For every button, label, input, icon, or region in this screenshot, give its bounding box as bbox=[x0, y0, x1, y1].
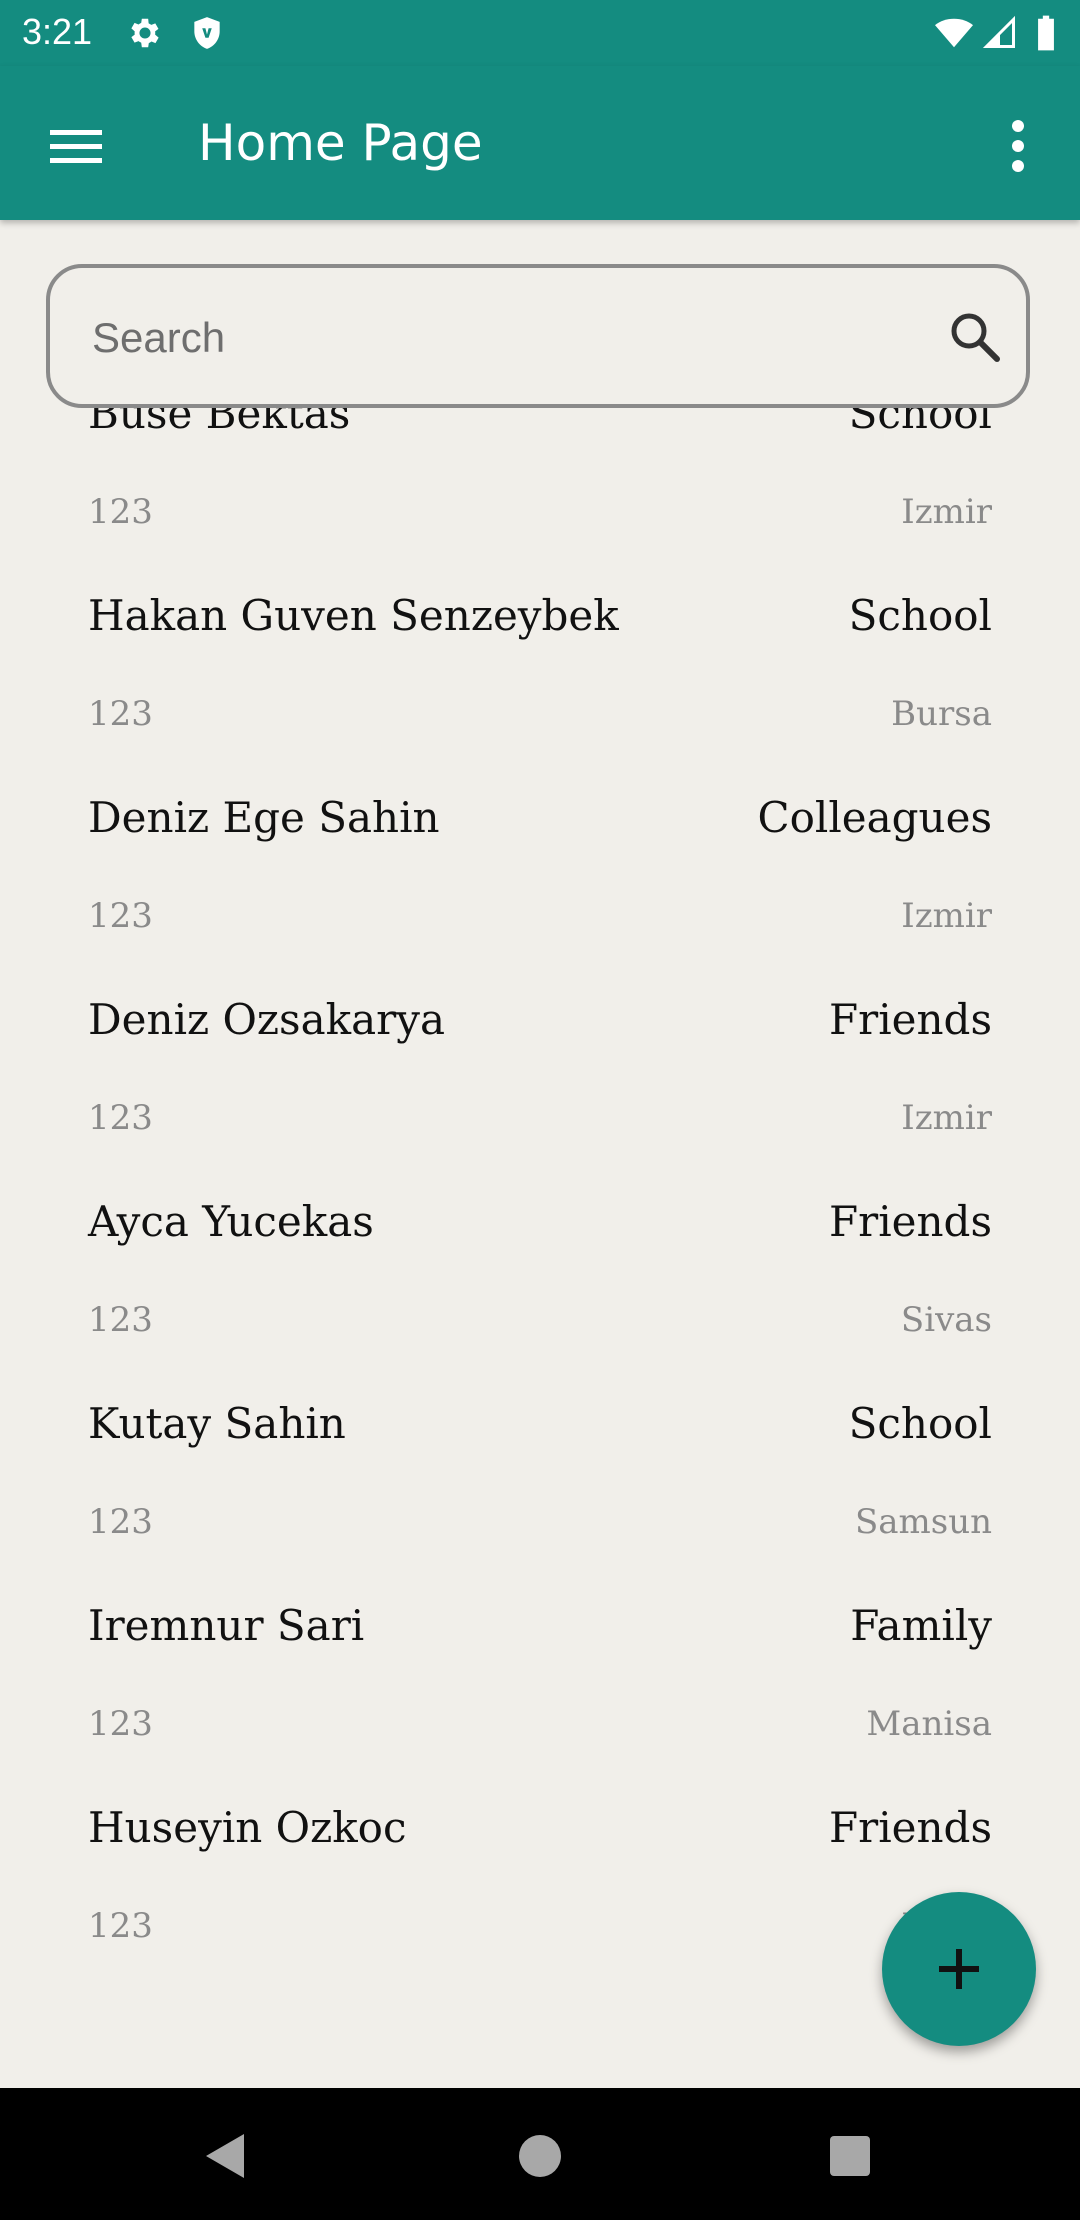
plus-icon bbox=[939, 1949, 979, 1989]
contact-name: Iremnur Sari bbox=[88, 1601, 365, 1650]
hamburger-menu-icon bbox=[50, 130, 102, 163]
contact-group: School bbox=[848, 591, 992, 640]
search-box[interactable] bbox=[46, 264, 1030, 408]
list-item[interactable]: Deniz Ozsakarya Friends 123 Izmir bbox=[0, 992, 1080, 1194]
list-item[interactable]: Ayca Yucekas Friends 123 Sivas bbox=[0, 1194, 1080, 1396]
contact-group: Friends bbox=[829, 1803, 992, 1852]
page-title: Home Page bbox=[198, 114, 483, 172]
contact-name: Hakan Guven Senzeybek bbox=[88, 591, 619, 640]
list-item[interactable]: Hakan Guven Senzeybek School 123 Bursa bbox=[0, 588, 1080, 790]
add-contact-button[interactable] bbox=[882, 1892, 1036, 2046]
contact-city: Sivas bbox=[900, 1300, 992, 1340]
contact-group: School bbox=[848, 1399, 992, 1448]
contact-phone: 123 bbox=[88, 1704, 153, 1744]
recents-icon bbox=[830, 2136, 870, 2176]
contact-phone: 123 bbox=[88, 1098, 153, 1138]
contact-list[interactable]: Buse Bektas School 123 Izmir Hakan Guven Sen… bbox=[0, 220, 1080, 2088]
system-nav-bar bbox=[0, 2088, 1080, 2220]
more-vertical-icon bbox=[1012, 120, 1024, 172]
menu-button[interactable] bbox=[40, 110, 112, 182]
contact-city: Samsun bbox=[854, 1502, 992, 1542]
contact-name: Deniz Ozsakarya bbox=[88, 995, 445, 1044]
battery-icon bbox=[1038, 15, 1054, 51]
contact-city: Izmir bbox=[901, 896, 992, 936]
back-icon bbox=[206, 2134, 244, 2178]
contact-name: Kutay Sahin bbox=[88, 1399, 346, 1448]
status-time: 3:21 bbox=[22, 11, 93, 52]
status-bar: 3:21 bbox=[0, 0, 1080, 66]
contact-city: Bursa bbox=[891, 694, 992, 734]
list-item[interactable]: Kutay Sahin School 123 Samsun bbox=[0, 1396, 1080, 1598]
wifi-icon bbox=[935, 18, 973, 48]
list-item[interactable]: Iremnur Sari Family 123 Manisa bbox=[0, 1598, 1080, 1800]
home-icon bbox=[519, 2135, 561, 2177]
contact-city: Izmir bbox=[901, 1098, 992, 1138]
contact-list-items: Buse Bektas School 123 Izmir Hakan Guven Sen… bbox=[0, 386, 1080, 2002]
contact-phone: 123 bbox=[88, 1906, 153, 1946]
contact-city: Izmir bbox=[901, 492, 992, 532]
overflow-menu-button[interactable] bbox=[986, 110, 1050, 182]
signal-icon bbox=[982, 15, 1015, 48]
contact-group: Colleagues bbox=[757, 793, 992, 842]
search-input[interactable] bbox=[90, 298, 914, 378]
list-item[interactable]: Deniz Ege Sahin Colleagues 123 Izmir bbox=[0, 790, 1080, 992]
contact-phone: 123 bbox=[88, 694, 153, 734]
list-item[interactable]: Buse Bektas School 123 Izmir bbox=[0, 386, 1080, 588]
nav-recents-button[interactable] bbox=[810, 2116, 890, 2196]
contact-group: Friends bbox=[829, 995, 992, 1044]
search-icon[interactable] bbox=[944, 306, 1006, 368]
contact-phone: 123 bbox=[88, 1300, 153, 1340]
contact-phone: 123 bbox=[88, 492, 153, 532]
nav-back-button[interactable] bbox=[186, 2116, 266, 2196]
shield-icon bbox=[194, 17, 220, 49]
contact-group: Friends bbox=[829, 1197, 992, 1246]
nav-home-button[interactable] bbox=[500, 2116, 580, 2196]
contact-phone: 123 bbox=[88, 1502, 153, 1542]
contact-group: Family bbox=[850, 1601, 992, 1650]
contact-name: Huseyin Ozkoc bbox=[88, 1803, 407, 1852]
contact-city: Manisa bbox=[866, 1704, 992, 1744]
settings-icon bbox=[131, 18, 159, 48]
contact-name: Deniz Ege Sahin bbox=[88, 793, 440, 842]
contact-phone: 123 bbox=[88, 896, 153, 936]
app-bar: Home Page bbox=[0, 66, 1080, 220]
contact-name: Ayca Yucekas bbox=[88, 1197, 374, 1246]
